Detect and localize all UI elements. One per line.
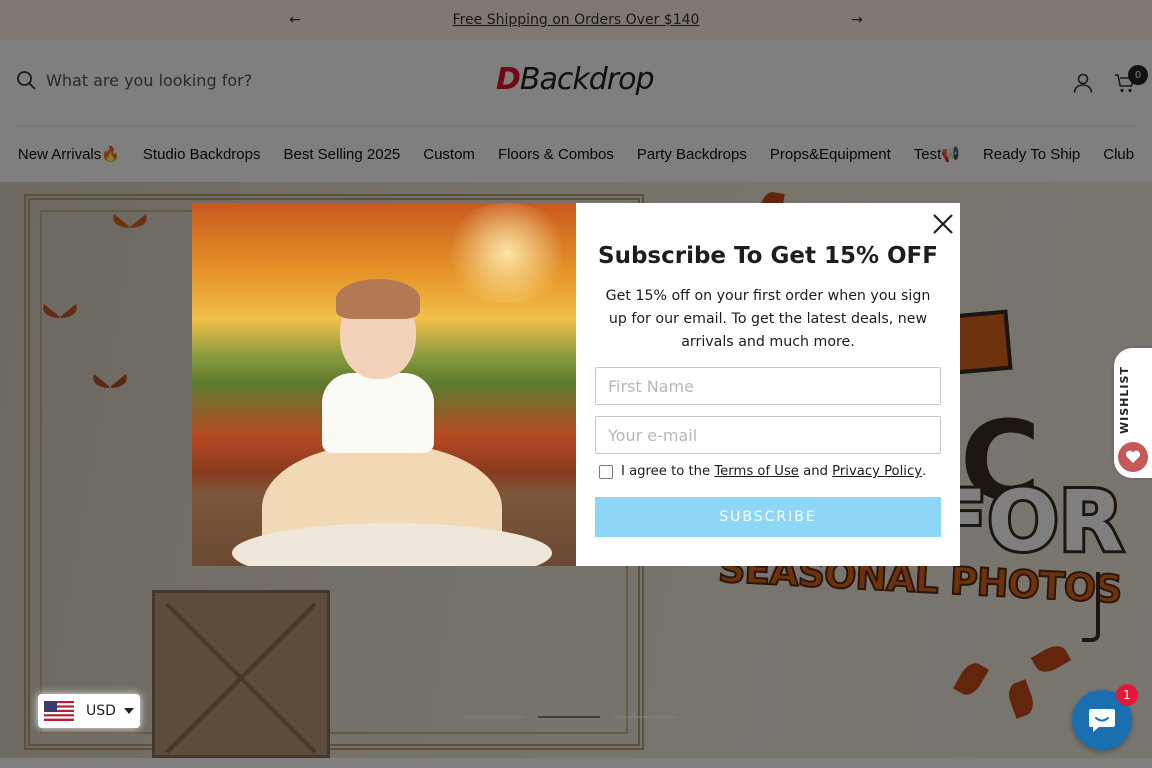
agree-text: I agree to the: [621, 464, 715, 479]
agree-and-text: and: [798, 464, 833, 479]
subscribe-form: Subscribe To Get 15% OFF Get 15% off on …: [576, 203, 960, 566]
subscribe-button[interactable]: SUBSCRIBE: [595, 497, 941, 537]
chat-unread-badge: 1: [1116, 684, 1138, 706]
child-hair: [336, 279, 420, 319]
child-dress: [322, 373, 434, 453]
subscribe-modal: Subscribe To Get 15% OFF Get 15% off on …: [192, 203, 960, 566]
wishlist-label: WISHLIST: [1118, 366, 1131, 434]
heart-icon: [1118, 442, 1148, 472]
currency-selector[interactable]: USD: [38, 694, 140, 728]
terms-agreement: I agree to the Terms of Use and Privacy …: [599, 464, 926, 479]
modal-title: Subscribe To Get 15% OFF: [598, 243, 938, 269]
wishlist-tab[interactable]: WISHLIST: [1114, 348, 1152, 478]
chat-bubble-icon: [1089, 709, 1115, 732]
agree-suffix: .: [922, 464, 927, 479]
agree-checkbox[interactable]: [599, 464, 613, 479]
first-name-field[interactable]: [595, 367, 941, 405]
modal-promo-image: [192, 203, 576, 566]
modal-description: Get 15% off on your first order when you…: [605, 288, 931, 350]
caret-down-icon: [123, 708, 134, 714]
sunset-glow: [442, 203, 572, 303]
close-icon[interactable]: [930, 211, 956, 237]
email-field[interactable]: [595, 416, 941, 454]
us-flag-icon: [44, 701, 74, 721]
privacy-policy-link[interactable]: Privacy Policy: [832, 464, 922, 479]
terms-of-use-link[interactable]: Terms of Use: [714, 464, 799, 479]
currency-code: USD: [86, 703, 116, 719]
